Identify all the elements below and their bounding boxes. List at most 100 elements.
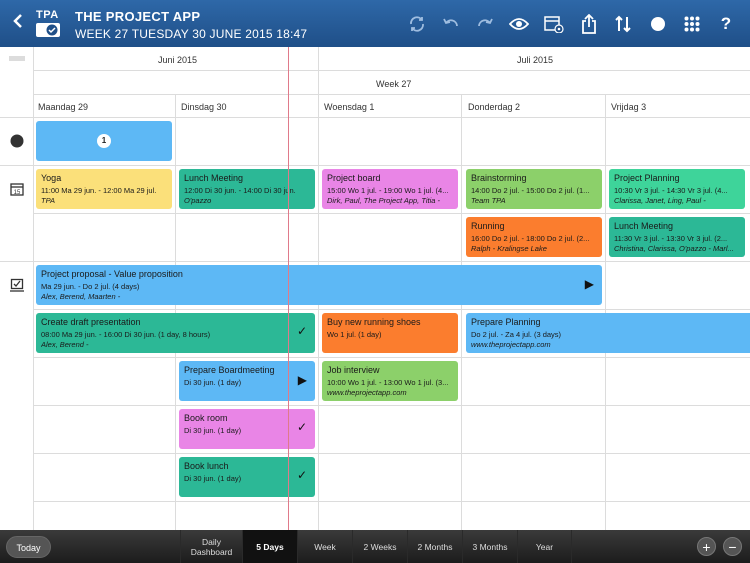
- task-project-proposal[interactable]: Project proposal - Value proposition Ma 2…: [36, 265, 602, 305]
- play-icon[interactable]: ▶: [585, 277, 594, 291]
- item-title: Lunch Meeting: [614, 221, 674, 231]
- tab-5-days[interactable]: 5 Days: [242, 530, 297, 563]
- item-people: TPA: [41, 196, 56, 205]
- item-title: Create draft presentation: [41, 317, 141, 327]
- item-time: 10:00 Wo 1 jul. - 13:00 Wo 1 jul. (3...: [327, 378, 449, 387]
- logo-text: TPA: [36, 9, 59, 21]
- event-project-planning[interactable]: Project Planning 10:30 Vr 3 jul. - 14:30 …: [609, 169, 745, 209]
- task-prepare-planning[interactable]: Prepare Planning Do 2 jul. - Za 4 jul. (3…: [466, 313, 750, 353]
- svg-text:15: 15: [14, 190, 21, 196]
- event-project-board[interactable]: Project board 15:00 Wo 1 jul. - 19:00 Wo …: [322, 169, 458, 209]
- date-subtitle: WEEK 27 TUESDAY 30 JUNE 2015 18:47: [75, 27, 308, 41]
- item-title: Job interview: [327, 365, 380, 375]
- day-header-thursday[interactable]: Donderdag 2: [468, 102, 520, 112]
- item-people: Dirk, Paul, The Project App, Titia -: [327, 196, 441, 205]
- item-people: Clarissa, Janet, Ling, Paul -: [614, 196, 706, 205]
- item-time: 11:30 Vr 3 jul. - 13:30 Vr 3 jul. (2...: [614, 234, 728, 243]
- item-title: Project board: [327, 173, 381, 183]
- tab-2-weeks[interactable]: 2 Weeks: [352, 530, 407, 563]
- current-time-line: [288, 47, 289, 530]
- day-header-friday[interactable]: Vrijdag 3: [611, 102, 646, 112]
- app-header: TPA THE PROJECT APP WEEK 27 TUESDAY 30 J…: [0, 0, 750, 47]
- item-people: Ralph - Kralingse Lake: [471, 244, 547, 253]
- tab-3-months[interactable]: 3 Months: [462, 530, 517, 563]
- event-yoga[interactable]: Yoga 11:00 Ma 29 jun. - 12:00 Ma 29 jul. T…: [36, 169, 172, 209]
- task-buy-running-shoes[interactable]: Buy new running shoes Wo 1 jul. (1 day): [322, 313, 458, 353]
- tab-2-months[interactable]: 2 Months: [407, 530, 462, 563]
- month-label-july: Juli 2015: [517, 55, 554, 65]
- back-icon[interactable]: [8, 12, 28, 34]
- apps-grid-icon[interactable]: [681, 13, 703, 35]
- day-header-wednesday[interactable]: Woensdag 1: [324, 102, 374, 112]
- redo-icon[interactable]: [474, 13, 496, 35]
- item-people: O'pazzo: [184, 196, 212, 205]
- calendar-icon: 15: [10, 182, 24, 196]
- task-book-lunch[interactable]: Book lunch Di 30 jun. (1 day) ✓: [179, 457, 315, 497]
- calendar-grid: Juni 2015 Juli 2015 Week 27 Maandag 29 D…: [0, 47, 750, 530]
- sort-icon[interactable]: [612, 13, 634, 35]
- calendar-view-icon[interactable]: [543, 13, 565, 35]
- circle-icon[interactable]: [647, 13, 669, 35]
- event-running[interactable]: Running 16:00 Do 2 jul. - 18:00 Do 2 jul.…: [466, 217, 602, 257]
- item-title: Prepare Boardmeeting: [184, 365, 275, 375]
- item-time: 16:00 Do 2 jul. - 18:00 Do 2 jul. (2...: [471, 234, 590, 243]
- tab-daily-dashboard[interactable]: Daily Dashboard: [180, 530, 242, 563]
- undo-icon[interactable]: [440, 13, 462, 35]
- item-people: Christina, Clarissa, O'pazzo - Marl...: [614, 244, 734, 253]
- allday-event[interactable]: 1: [36, 121, 172, 161]
- item-time: Di 30 jun. (1 day): [184, 474, 242, 483]
- tab-week[interactable]: Week: [297, 530, 352, 563]
- item-time: Ma 29 jun. - Do 2 jul. (4 days): [41, 282, 140, 291]
- item-title: Yoga: [41, 173, 62, 183]
- zoom-out-button[interactable]: −: [723, 537, 742, 556]
- item-time: 14:00 Do 2 jul. - 15:00 Do 2 jul. (1...: [471, 186, 590, 195]
- task-book-room[interactable]: Book room Di 30 jun. (1 day) ✓: [179, 409, 315, 449]
- item-time: 08:00 Ma 29 jun. - 16:00 Di 30 jun. (1 d…: [41, 330, 211, 339]
- item-people: www.theprojectapp.com: [471, 340, 551, 349]
- item-title: Project proposal - Value proposition: [41, 269, 183, 279]
- item-time: 12:00 Di 30 jun. - 14:00 Di 30 jun.: [184, 186, 296, 195]
- item-title: Brainstorming: [471, 173, 527, 183]
- today-button[interactable]: Today: [6, 536, 51, 558]
- app-logo: TPA: [36, 9, 62, 37]
- help-icon[interactable]: ?: [715, 13, 737, 35]
- item-title: Running: [471, 221, 505, 231]
- allday-dot-icon: [10, 134, 24, 148]
- task-create-draft-presentation[interactable]: Create draft presentation 08:00 Ma 29 jun…: [36, 313, 315, 353]
- item-time: Do 2 jul. - Za 4 jul. (3 days): [471, 330, 562, 339]
- item-time: 15:00 Wo 1 jul. - 19:00 Wo 1 jul. (4...: [327, 186, 449, 195]
- zoom-in-button[interactable]: +: [697, 537, 716, 556]
- play-icon[interactable]: ▶: [298, 373, 307, 387]
- task-prepare-boardmeeting[interactable]: Prepare Boardmeeting Di 30 jun. (1 day) ▶: [179, 361, 315, 401]
- app-title: THE PROJECT APP: [75, 9, 201, 24]
- check-icon[interactable]: ✓: [297, 420, 307, 434]
- item-time: Di 30 jun. (1 day): [184, 378, 242, 387]
- tasks-icon: [10, 278, 24, 292]
- event-count-badge: 1: [97, 134, 111, 148]
- bottom-toolbar: Today Daily Dashboard 5 Days Week 2 Week…: [0, 530, 750, 563]
- item-title: Lunch Meeting: [184, 173, 244, 183]
- item-people: www.theprojectapp.com: [327, 388, 407, 397]
- item-title: Book room: [184, 413, 228, 423]
- share-icon[interactable]: [578, 13, 600, 35]
- task-job-interview[interactable]: Job interview 10:00 Wo 1 jul. - 13:00 Wo …: [322, 361, 458, 401]
- item-time: Wo 1 jul. (1 day): [327, 330, 382, 339]
- event-lunch-meeting-friday[interactable]: Lunch Meeting 11:30 Vr 3 jul. - 13:30 Vr …: [609, 217, 745, 257]
- check-icon[interactable]: ✓: [297, 324, 307, 338]
- month-label-june: Juni 2015: [158, 55, 198, 65]
- gutter-handle-icon[interactable]: [9, 56, 25, 61]
- eye-icon[interactable]: [508, 13, 530, 35]
- item-title: Project Planning: [614, 173, 680, 183]
- item-people: Alex, Berend -: [41, 340, 89, 349]
- day-header-tuesday[interactable]: Dinsdag 30: [181, 102, 227, 112]
- tab-year[interactable]: Year: [517, 530, 572, 563]
- event-lunch-meeting[interactable]: Lunch Meeting 12:00 Di 30 jun. - 14:00 Di…: [179, 169, 315, 209]
- event-brainstorming[interactable]: Brainstorming 14:00 Do 2 jul. - 15:00 Do …: [466, 169, 602, 209]
- sync-icon[interactable]: [406, 13, 428, 35]
- item-people: Alex, Berend, Maarten -: [41, 292, 121, 301]
- item-time: 10:30 Vr 3 jul. - 14:30 Vr 3 jul. (4...: [614, 186, 728, 195]
- item-title: Prepare Planning: [471, 317, 541, 327]
- day-header-monday[interactable]: Maandag 29: [38, 102, 88, 112]
- item-title: Book lunch: [184, 461, 229, 471]
- check-icon[interactable]: ✓: [297, 468, 307, 482]
